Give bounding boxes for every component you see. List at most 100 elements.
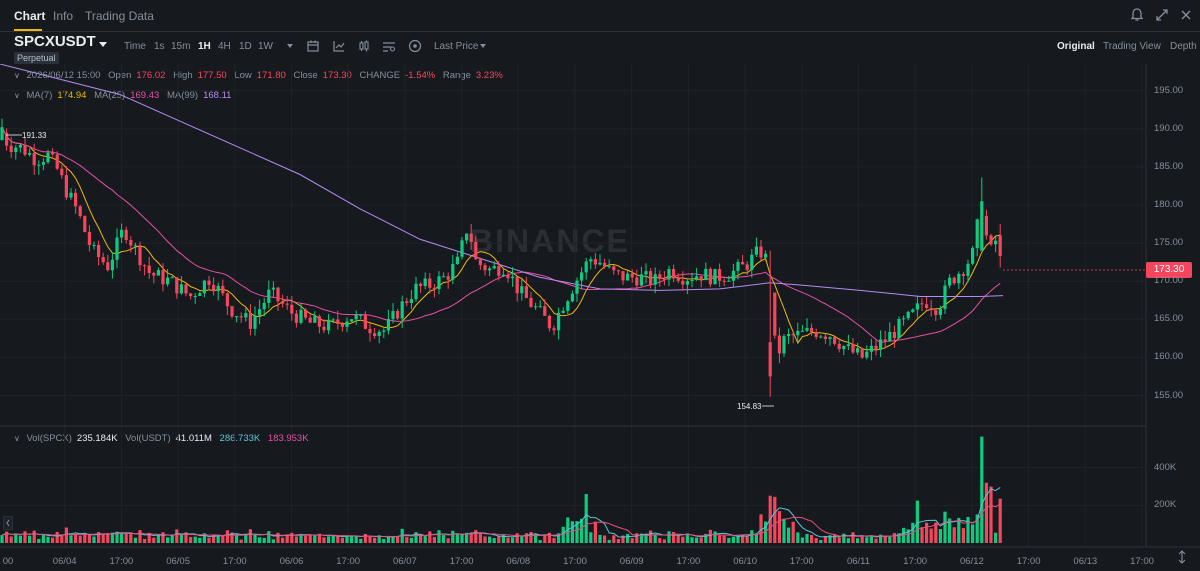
volume-bar xyxy=(396,536,400,543)
volume-bar xyxy=(37,538,41,543)
expand-icon[interactable] xyxy=(1154,7,1170,23)
candle-body xyxy=(883,339,887,342)
candle-body xyxy=(961,273,965,276)
volume-bar xyxy=(156,534,160,543)
volume-bar xyxy=(695,537,699,543)
candle-body xyxy=(538,306,542,308)
timeframe-time[interactable]: Time xyxy=(124,41,146,52)
candle-body xyxy=(842,346,846,350)
candle-body xyxy=(175,277,179,294)
volume-bar xyxy=(432,537,436,543)
volume-bar xyxy=(166,537,170,543)
time-tick-label: 06/06 xyxy=(279,556,304,567)
volume-bar xyxy=(814,538,818,543)
candle-body xyxy=(386,319,390,331)
tab-info[interactable]: Info xyxy=(53,9,73,23)
candle-body xyxy=(566,301,570,311)
timeframe-4h[interactable]: 4H xyxy=(218,41,231,52)
volume-bar xyxy=(920,527,924,543)
candle-body xyxy=(92,244,96,246)
volume-bar xyxy=(690,537,694,543)
candle-body xyxy=(368,328,372,334)
time-tick-label: 06/11 xyxy=(846,556,871,567)
candle-body xyxy=(713,269,717,285)
timeframe-1h[interactable]: 1H xyxy=(198,41,211,52)
bell-icon[interactable] xyxy=(1129,7,1145,23)
volume-bar xyxy=(938,529,942,543)
timeframe-15m[interactable]: 15m xyxy=(171,41,190,52)
timeframe-1w[interactable]: 1W xyxy=(258,41,273,52)
volume-bar xyxy=(221,534,225,543)
candle-type-icon[interactable] xyxy=(357,39,371,53)
volume-bar xyxy=(782,518,786,543)
candle-body xyxy=(32,153,36,166)
candle-body xyxy=(336,319,340,324)
price-chart[interactable] xyxy=(0,64,1200,571)
candle-body xyxy=(704,268,708,281)
candle-body xyxy=(299,309,303,323)
candle-body xyxy=(750,254,754,270)
candle-body xyxy=(787,334,791,337)
price-tick-label: 165.00 xyxy=(1154,313,1184,325)
candle-body xyxy=(948,277,952,286)
volume-bar xyxy=(846,538,850,543)
price-tick-label: 160.00 xyxy=(1154,351,1184,363)
candle-body xyxy=(570,293,574,302)
calendar-icon[interactable] xyxy=(306,39,320,53)
candle-body xyxy=(179,284,183,294)
volume-bar xyxy=(446,538,450,543)
candle-body xyxy=(971,248,975,264)
chevron-down-icon[interactable] xyxy=(476,39,490,53)
candle-body xyxy=(543,306,547,316)
time-tick-label: 00 xyxy=(2,556,14,567)
add-indicator-icon[interactable] xyxy=(408,39,422,53)
volume-bar xyxy=(28,535,32,543)
candle-body xyxy=(110,259,114,271)
volume-bar xyxy=(892,533,896,543)
volume-bar xyxy=(603,535,607,543)
time-tick-label: 06/10 xyxy=(733,556,757,567)
view-depth[interactable]: Depth xyxy=(1170,41,1197,52)
timeframe-1d[interactable]: 1D xyxy=(239,41,252,52)
tab-trading-data[interactable]: Trading Data xyxy=(85,9,154,23)
view-original[interactable]: Original xyxy=(1057,41,1095,52)
candle-body xyxy=(561,310,565,313)
tab-chart[interactable]: Chart xyxy=(14,9,45,23)
time-tick-label: 06/13 xyxy=(1073,556,1098,567)
candle-body xyxy=(46,152,50,163)
candle-body xyxy=(506,274,510,279)
candle-body xyxy=(359,314,363,316)
chevron-down-icon[interactable] xyxy=(99,42,107,47)
timeframe-1s[interactable]: 1s xyxy=(154,41,165,52)
volume-bar xyxy=(193,536,197,543)
volume-bar xyxy=(354,535,358,543)
candle-body xyxy=(37,164,41,166)
candle-body xyxy=(699,276,703,281)
candle-body xyxy=(437,276,441,290)
axis-scale-icon[interactable] xyxy=(1176,550,1188,564)
candle-body xyxy=(552,328,556,331)
price-type-select[interactable]: Last Price xyxy=(434,41,478,52)
volume-bar xyxy=(961,528,965,543)
volume-bar xyxy=(607,539,611,543)
candle-body xyxy=(796,330,800,336)
volume-bar xyxy=(980,436,984,543)
more-timeframes-icon[interactable] xyxy=(283,39,297,53)
candle-body xyxy=(74,192,78,207)
volume-bar xyxy=(14,533,18,543)
candle-body xyxy=(957,273,961,284)
candle-body xyxy=(662,278,666,280)
candle-body xyxy=(28,153,32,155)
settings-icon[interactable] xyxy=(382,39,396,53)
candle-body xyxy=(856,348,860,353)
volume-bar xyxy=(87,533,91,543)
scroll-left-icon[interactable] xyxy=(3,516,13,530)
view-trading-view[interactable]: Trading View xyxy=(1103,41,1161,52)
volume-bar xyxy=(538,540,542,543)
symbol-title[interactable]: SPCXUSDT xyxy=(14,33,96,50)
volume-bar xyxy=(478,532,482,543)
volume-bar xyxy=(994,532,998,543)
close-icon[interactable] xyxy=(1178,7,1194,23)
indicator-icon[interactable] xyxy=(332,39,346,53)
candle-body xyxy=(534,306,538,308)
